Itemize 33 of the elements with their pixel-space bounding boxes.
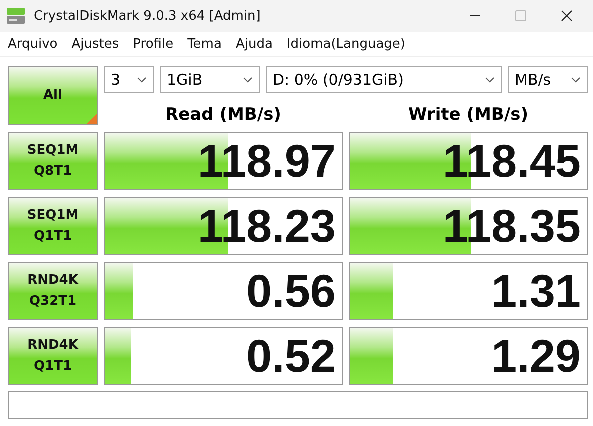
chevron-down-icon bbox=[243, 76, 253, 82]
dropdown[interactable]: 1GiB bbox=[160, 66, 260, 93]
all-button[interactable]: All bbox=[8, 66, 98, 125]
dropdown[interactable]: 3 bbox=[104, 66, 154, 93]
menu-item[interactable]: Idioma(Language) bbox=[286, 36, 406, 52]
disk-app-icon bbox=[6, 6, 26, 26]
speed-value: 0.52 bbox=[246, 329, 337, 383]
column-header: Read (MB/s) bbox=[164, 105, 282, 125]
menu-item[interactable]: Tema bbox=[188, 36, 222, 52]
test-button[interactable]: RND4K Q1T1 bbox=[8, 327, 98, 385]
menu-item[interactable]: Profile bbox=[133, 36, 174, 52]
window-title: CrystalDiskMark 9.0.3 x64 [Admin] bbox=[34, 8, 261, 24]
speed-value: 0.56 bbox=[246, 264, 337, 318]
speed-value: 1.31 bbox=[491, 264, 582, 318]
close-icon[interactable] bbox=[561, 10, 573, 22]
menu-item[interactable]: Ajuda bbox=[236, 36, 273, 52]
test-button[interactable]: RND4K Q32T1 bbox=[8, 262, 98, 320]
chevron-down-icon bbox=[571, 76, 581, 82]
chevron-down-icon bbox=[485, 76, 495, 82]
test-button[interactable]: SEQ1M Q1T1 bbox=[8, 197, 98, 255]
speed-value: 1.29 bbox=[491, 329, 582, 383]
dropdown[interactable]: MB/s bbox=[508, 66, 588, 93]
test-button[interactable]: SEQ1M Q8T1 bbox=[8, 132, 98, 190]
speed-value: 118.23 bbox=[198, 199, 337, 253]
chevron-down-icon bbox=[137, 76, 147, 82]
column-header: Write (MB/s) bbox=[408, 105, 530, 125]
menu-item[interactable]: Arquivo bbox=[8, 36, 58, 52]
speed-value: 118.45 bbox=[442, 134, 582, 188]
speed-value: 118.35 bbox=[442, 199, 582, 253]
comment-field[interactable] bbox=[8, 391, 588, 419]
dropdown[interactable]: D: 0% (0/931GiB) bbox=[266, 66, 502, 93]
speed-value: 118.97 bbox=[198, 134, 337, 188]
menu-item[interactable]: Ajustes bbox=[72, 36, 120, 52]
